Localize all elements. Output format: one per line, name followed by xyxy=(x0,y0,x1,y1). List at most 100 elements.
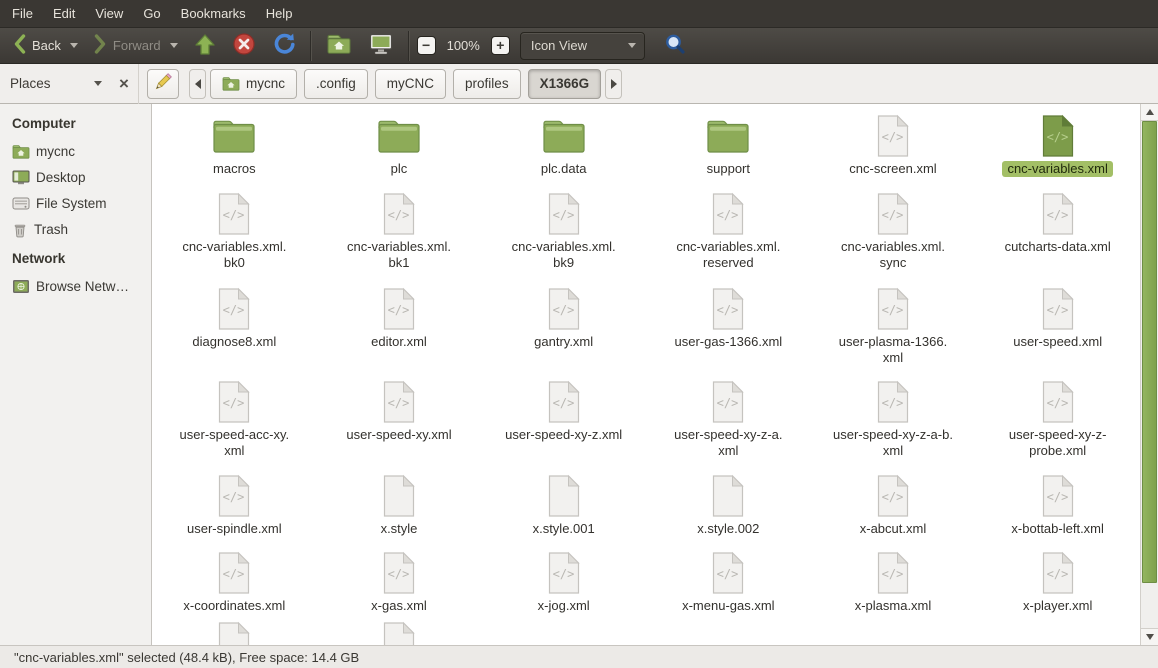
file-item-macros[interactable]: macros xyxy=(152,114,317,192)
file-item-x-coordinates-xml[interactable]: </>x-coordinates.xml xyxy=(152,551,317,621)
xml-file-icon: </> xyxy=(546,380,582,426)
file-item-user-speed-xy-z-a-b-xml[interactable]: </>user-speed-xy-z-a-b.xml xyxy=(811,380,976,474)
scrollbar-thumb[interactable] xyxy=(1142,121,1157,583)
breadcrumb-item-config[interactable]: .config xyxy=(304,69,368,99)
menu-go[interactable]: Go xyxy=(133,0,170,27)
forward-history-arrow-icon[interactable] xyxy=(170,43,178,48)
file-item-x-jog-xml[interactable]: </>x-jog.xml xyxy=(481,551,646,621)
menu-edit[interactable]: Edit xyxy=(43,0,85,27)
file-label-line: cnc-variables.xml. xyxy=(512,239,616,255)
breadcrumb-item-mycnc[interactable]: myCNC xyxy=(375,69,446,99)
up-button[interactable] xyxy=(187,31,223,61)
file-item-cnc-variables-xml-bk0[interactable]: </>cnc-variables.xml.bk0 xyxy=(152,192,317,287)
file-item-x-bottab-left-xml[interactable]: </>x-bottab-left.xml xyxy=(975,474,1140,551)
breadcrumb-item-x1366g[interactable]: X1366G xyxy=(528,69,602,99)
edit-location-button[interactable] xyxy=(147,69,179,99)
home-folder-button[interactable] xyxy=(319,31,359,61)
menu-file[interactable]: File xyxy=(2,0,43,27)
file-item-user-speed-xy-xml[interactable]: </>user-speed-xy.xml xyxy=(317,380,482,474)
file-item-diagnose8-xml[interactable]: </>diagnose8.xml xyxy=(152,287,317,380)
sidebar-item-browse-netw[interactable]: Browse Netw… xyxy=(12,277,151,296)
sidebar-item-file-system[interactable]: File System xyxy=(12,194,151,213)
file-item-plc-data[interactable]: plc.data xyxy=(481,114,646,192)
status-text: "cnc-variables.xml" selected (48.4 kB), … xyxy=(14,650,359,665)
file-item-user-speed-xml[interactable]: </>user-speed.xml xyxy=(975,287,1140,380)
menu-bookmarks[interactable]: Bookmarks xyxy=(171,0,256,27)
stop-button[interactable] xyxy=(225,31,263,61)
back-button[interactable]: Back xyxy=(6,31,85,61)
xml-file-icon: </> xyxy=(546,287,582,333)
back-history-arrow-icon[interactable] xyxy=(70,43,78,48)
file-item-partial[interactable] xyxy=(317,621,482,645)
vertical-scrollbar[interactable] xyxy=(1140,104,1158,645)
xml-file-icon: </> xyxy=(1040,551,1076,597)
xml-file-icon: </> xyxy=(216,192,252,238)
file-item-partial[interactable] xyxy=(152,621,317,645)
xml-file-icon: </> xyxy=(381,287,417,333)
sidebar-item-desktop[interactable]: Desktop xyxy=(12,168,151,187)
xml-file-icon: </> xyxy=(546,192,582,238)
menu-view[interactable]: View xyxy=(85,0,133,27)
sidebar-item-mycnc[interactable]: mycnc xyxy=(12,142,151,161)
svg-text:</>: </> xyxy=(388,567,410,581)
file-item-x-plasma-xml[interactable]: </>x-plasma.xml xyxy=(811,551,976,621)
svg-text:</>: </> xyxy=(552,208,574,222)
file-item-user-speed-xy-z-xml[interactable]: </>user-speed-xy-z.xml xyxy=(481,380,646,474)
file-item-x-abcut-xml[interactable]: </>x-abcut.xml xyxy=(811,474,976,551)
file-item-x-gas-xml[interactable]: </>x-gas.xml xyxy=(317,551,482,621)
file-item-cnc-variables-xml-sync[interactable]: </>cnc-variables.xml.sync xyxy=(811,192,976,287)
file-label: user-plasma-1366.xml xyxy=(839,334,947,365)
file-item-cnc-variables-xml-reserved[interactable]: </>cnc-variables.xml.reserved xyxy=(646,192,811,287)
file-item-user-speed-xy-z-a-xml[interactable]: </>user-speed-xy-z-a.xml xyxy=(646,380,811,474)
file-item-plc[interactable]: plc xyxy=(317,114,482,192)
file-item-user-plasma-1366-xml[interactable]: </>user-plasma-1366.xml xyxy=(811,287,976,380)
file-item-support[interactable]: support xyxy=(646,114,811,192)
file-item-x-player-xml[interactable]: </>x-player.xml xyxy=(975,551,1140,621)
file-label: cnc-variables.xml.reserved xyxy=(676,239,780,270)
search-button[interactable] xyxy=(657,31,694,61)
file-item-x-style-001[interactable]: x.style.001 xyxy=(481,474,646,551)
file-label: user-gas-1366.xml xyxy=(675,334,783,350)
scroll-up-button[interactable] xyxy=(1141,104,1158,121)
file-item-user-speed-xy-z-probe-xml[interactable]: </>user-speed-xy-z-probe.xml xyxy=(975,380,1140,474)
path-scroll-right-button[interactable] xyxy=(605,69,622,99)
svg-text:</>: </> xyxy=(223,396,245,410)
file-item-x-style[interactable]: x.style xyxy=(317,474,482,551)
file-item-user-speed-acc-xy-xml[interactable]: </>user-speed-acc-xy.xml xyxy=(152,380,317,474)
menubar: FileEditViewGoBookmarksHelp xyxy=(0,0,1158,28)
menu-help[interactable]: Help xyxy=(256,0,303,27)
file-item-user-gas-1366-xml[interactable]: </>user-gas-1366.xml xyxy=(646,287,811,380)
zoom-out-button[interactable]: − xyxy=(417,36,436,55)
forward-button[interactable]: Forward xyxy=(87,31,185,61)
file-item-cutcharts-data-xml[interactable]: </>cutcharts-data.xml xyxy=(975,192,1140,287)
scroll-down-button[interactable] xyxy=(1141,628,1158,645)
file-item-editor-xml[interactable]: </>editor.xml xyxy=(317,287,482,380)
svg-text:</>: </> xyxy=(1046,303,1068,317)
breadcrumb-item-mycnc[interactable]: mycnc xyxy=(210,69,297,99)
places-combo[interactable]: Places xyxy=(0,76,110,91)
file-item-cnc-variables-xml-bk9[interactable]: </>cnc-variables.xml.bk9 xyxy=(481,192,646,287)
arrow-up-icon xyxy=(1146,109,1154,115)
zoom-in-button[interactable]: + xyxy=(491,36,510,55)
file-label-line: bk1 xyxy=(347,255,451,271)
computer-button[interactable] xyxy=(361,31,401,61)
file-label-line: user-speed-xy-z-a. xyxy=(674,427,782,443)
sidebar: ComputermycncDesktopFile SystemTrashNetw… xyxy=(0,104,152,645)
file-item-x-menu-gas-xml[interactable]: </>x-menu-gas.xml xyxy=(646,551,811,621)
close-sidebar-button[interactable]: × xyxy=(110,74,138,94)
file-item-cnc-screen-xml[interactable]: </>cnc-screen.xml xyxy=(811,114,976,192)
file-item-cnc-variables-xml[interactable]: </>cnc-variables.xml xyxy=(975,114,1140,192)
view-mode-combo[interactable]: Icon View xyxy=(520,32,645,60)
forward-label: Forward xyxy=(113,38,161,53)
file-item-gantry-xml[interactable]: </>gantry.xml xyxy=(481,287,646,380)
file-item-user-spindle-xml[interactable]: </>user-spindle.xml xyxy=(152,474,317,551)
file-item-x-style-002[interactable]: x.style.002 xyxy=(646,474,811,551)
path-scroll-left-button[interactable] xyxy=(189,69,206,99)
file-item-cnc-variables-xml-bk1[interactable]: </>cnc-variables.xml.bk1 xyxy=(317,192,482,287)
file-label: cnc-variables.xml xyxy=(1002,161,1112,177)
refresh-button[interactable] xyxy=(265,31,303,61)
file-label: plc xyxy=(391,161,408,177)
breadcrumb-item-profiles[interactable]: profiles xyxy=(453,69,521,99)
sidebar-item-trash[interactable]: Trash xyxy=(12,220,151,239)
refresh-icon xyxy=(272,32,296,59)
